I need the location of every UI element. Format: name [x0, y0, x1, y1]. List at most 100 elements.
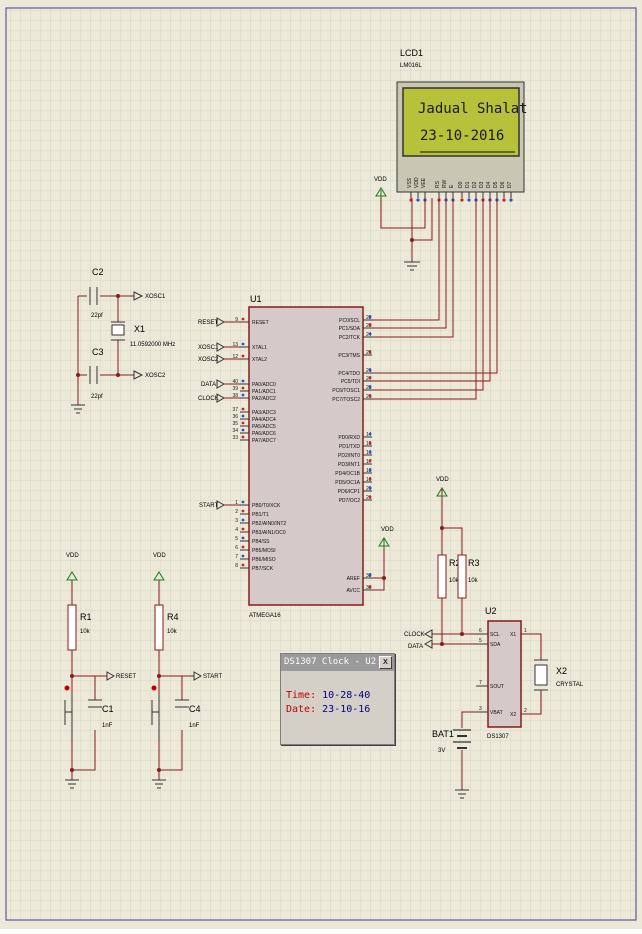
mcu-pin-pb2-ain0-int2: PB2/AIN0/INT2: [252, 521, 286, 527]
lcd-pin-state: [460, 198, 464, 202]
mcu-pin-pa5-adc5: PA5/ADC5: [252, 424, 276, 430]
mcu-pin-state: [368, 573, 372, 577]
x1-ref: X1: [134, 324, 145, 334]
lcd-pin-state: [502, 198, 506, 202]
c1-ref: C1: [102, 704, 114, 714]
mcu-pin-pc0-scl: PC0/SCL: [339, 318, 360, 324]
mcu-pin-pa4-adc4: PA4/ADC4: [252, 417, 276, 423]
rtc-num-x2: 2: [524, 708, 527, 714]
mcu-pin-state: [241, 563, 245, 567]
mcu-pin-state: [241, 317, 245, 321]
rtc-pin-x1: X1: [510, 632, 516, 638]
lcd-part: LM016L: [400, 63, 422, 69]
lcd-pin-rs: RS: [435, 180, 441, 188]
mcu-pin-pc2-tck: PC2/TCK: [339, 335, 361, 341]
c2-ref: C2: [92, 267, 104, 277]
lcd-pin-rw: RW: [442, 179, 448, 188]
mcu-pin-number: 13: [232, 342, 238, 348]
mcu-pin-state: [368, 323, 372, 327]
c3-value: 22pf: [91, 394, 103, 400]
popup-title: DS1307 Clock - U2: [284, 657, 377, 667]
mcu-pin-number: 9: [235, 317, 238, 323]
mcu-pin-state: [241, 545, 245, 549]
mcu-pin-state: [241, 407, 245, 411]
mcu-ref: U1: [250, 294, 262, 304]
mcu-pin-pa3-adc3: PA3/ADC3: [252, 410, 276, 416]
mcu-pin-state: [241, 509, 245, 513]
mcu-pin-state: [241, 518, 245, 522]
mcu-pin-pb3-ain1-oc0: PB3/AIN1/OC0: [252, 530, 286, 536]
popup-date-row: Date: 23-10-16: [286, 703, 394, 717]
x2-value: CRYSTAL: [556, 682, 584, 688]
mcu-pin-xtal1: XTAL1: [252, 345, 267, 351]
mcu-pin-pc3-tms: PC3/TMS: [338, 353, 360, 359]
bat-ref: BAT1: [432, 729, 454, 739]
mcu-pin-pb1-t1: PB1/T1: [252, 512, 269, 518]
mcu-pin-number: 8: [235, 563, 238, 569]
close-icon[interactable]: x: [379, 656, 392, 669]
resistor-r1[interactable]: [67, 604, 77, 651]
r1-ref: R1: [80, 612, 92, 622]
mcu-pin-state: [368, 385, 372, 389]
mcu-pin-state: [241, 527, 245, 531]
mcu-pin-state: [368, 486, 372, 490]
mcu-pin-pc1-sda: PC1/SDA: [339, 326, 361, 332]
clock-net-label: CLOCK: [198, 396, 219, 402]
r1-value: 10k: [80, 629, 91, 635]
lcd-pin-d3: D3: [479, 181, 485, 188]
start-terminal-label: START: [203, 674, 222, 680]
lcd-line-2: 23-10-2016: [420, 128, 504, 144]
mcu-pin-state: [241, 414, 245, 418]
mcu-pin-state: [368, 441, 372, 445]
lcd-screen: [402, 87, 520, 157]
rtc-num-sout: 7: [479, 680, 482, 686]
lcd-pin-state: [467, 198, 471, 202]
mcu-pin-state: [368, 432, 372, 436]
mcu-pin-state: [241, 500, 245, 504]
rtc-ref: U2: [485, 606, 497, 616]
mcu-pin-aref: AREF: [347, 576, 360, 582]
mcu-pin-number: 37: [232, 407, 238, 413]
rtc-part: DS1307: [487, 734, 509, 740]
mcu-pin-number: 5: [235, 536, 238, 542]
mcu-pin-state: [241, 379, 245, 383]
mcu-pin-pc4-tdo: PC4/TDO: [338, 371, 360, 377]
c4-value: 1nF: [189, 723, 200, 729]
rtc-num-scl: 6: [479, 628, 482, 634]
lcd-pin-d0: D0: [458, 181, 464, 188]
resistor-r4[interactable]: [154, 604, 164, 651]
mcu-pin-xtal2: XTAL2: [252, 357, 267, 363]
mcu-pin-pd2-int0: PD2/INT0: [338, 453, 360, 459]
mcu-pin-number: 3: [235, 518, 238, 524]
mcu-part: ATMEGA16: [249, 613, 281, 619]
mcu-pin-state: [241, 342, 245, 346]
mcu-pin-state: [241, 428, 245, 432]
schematic-canvas[interactable]: LCD1 LM016L Jadual Shalat 23-10-2016 VSS…: [0, 0, 642, 929]
popup-time-row: Time: 10-28-40: [286, 689, 394, 703]
mcu-pin-state: [368, 459, 372, 463]
rtc-num-x1: 1: [524, 628, 527, 634]
lcd-pin-state: [416, 198, 420, 202]
mcu-pin-state: [368, 468, 372, 472]
mcu-pin-number: 7: [235, 554, 238, 560]
c2-value: 22pf: [91, 313, 103, 319]
mcu-pin-number: 1: [235, 500, 238, 506]
lcd-pin-vdd: VDD: [414, 177, 420, 188]
mcu-pin-pa0-adc0: PA0/ADC0: [252, 382, 276, 388]
popup-titlebar[interactable]: DS1307 Clock - U2 x: [281, 654, 394, 671]
ds1307-clock-popup[interactable]: DS1307 Clock - U2 x Time: 10-28-40 Date:…: [280, 653, 395, 745]
mcu-pin-avcc: AVCC: [346, 588, 360, 594]
mcu-pin-pd4-oc1b: PD4/OC1B: [335, 471, 360, 477]
lcd-pin-d2: D2: [472, 181, 478, 188]
mcu-pin-number: 36: [232, 414, 238, 420]
mcu-pin-state: [241, 435, 245, 439]
mcu-atmega16[interactable]: U1 ATMEGA16 9 RESET13 XTAL112 XTAL240 PA0/AD…: [232, 294, 372, 619]
mcu-pin-number: 12: [232, 354, 238, 360]
lcd-vdd-label: VDD: [374, 177, 387, 183]
c1-value: 1nF: [102, 723, 113, 729]
xosc2-mcu-label: XOSC2: [198, 357, 219, 363]
mcu-pin-number: 4: [235, 527, 238, 533]
lcd-pin-vee: VEE: [421, 177, 427, 188]
mcu-pin-state: [368, 450, 372, 454]
x2-ref: X2: [556, 666, 567, 676]
